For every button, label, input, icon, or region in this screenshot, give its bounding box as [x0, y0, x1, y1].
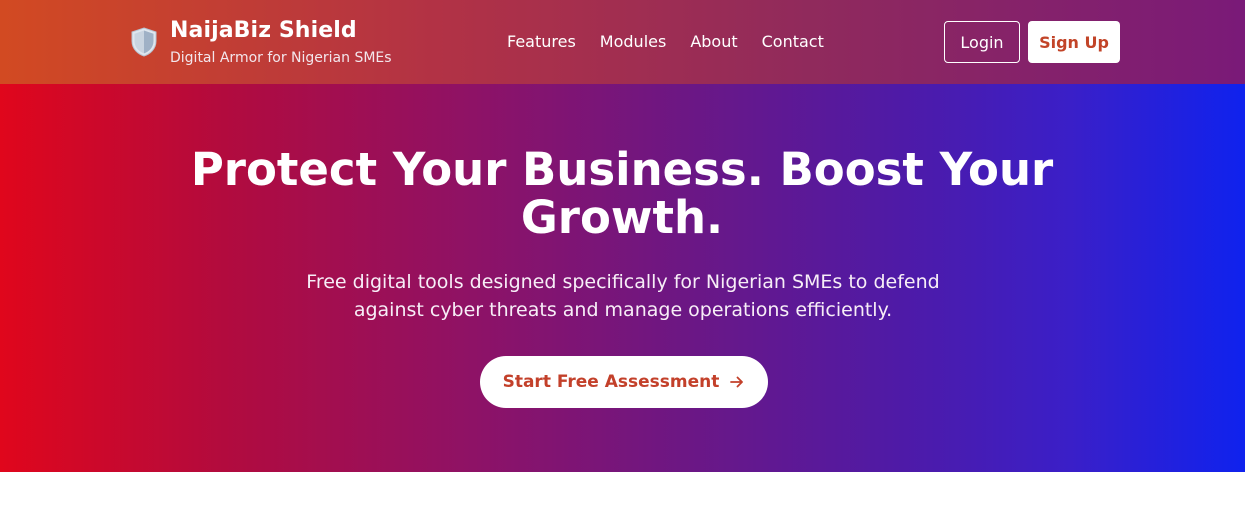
main-nav: Features Modules About Contact [507, 31, 848, 53]
brand-text: NaijaBiz Shield Digital Armor for Nigeri… [170, 18, 392, 67]
nav-link-modules[interactable]: Modules [600, 31, 667, 53]
signup-button[interactable]: Sign Up [1028, 21, 1120, 63]
cta-label: Start Free Assessment [502, 372, 720, 392]
top-navbar: NaijaBiz Shield Digital Armor for Nigeri… [0, 0, 1245, 84]
hero-section: Protect Your Business. Boost Your Growth… [0, 84, 1245, 472]
nav-link-about[interactable]: About [690, 31, 737, 53]
nav-link-features[interactable]: Features [507, 31, 576, 53]
hero-subtitle: Free digital tools designed specifically… [306, 271, 940, 321]
arrow-right-icon [730, 376, 744, 388]
login-button[interactable]: Login [944, 21, 1020, 63]
brand-name: NaijaBiz Shield [170, 18, 357, 43]
shield-icon [131, 27, 157, 57]
brand-tagline: Digital Armor for Nigerian SMEs [170, 50, 392, 66]
start-assessment-button[interactable]: Start Free Assessment [480, 356, 768, 408]
hero-title: Protect Your Business. Boost Your Growth… [190, 143, 1054, 244]
nav-link-contact[interactable]: Contact [762, 31, 824, 53]
brand[interactable]: NaijaBiz Shield Digital Armor for Nigeri… [130, 18, 392, 67]
